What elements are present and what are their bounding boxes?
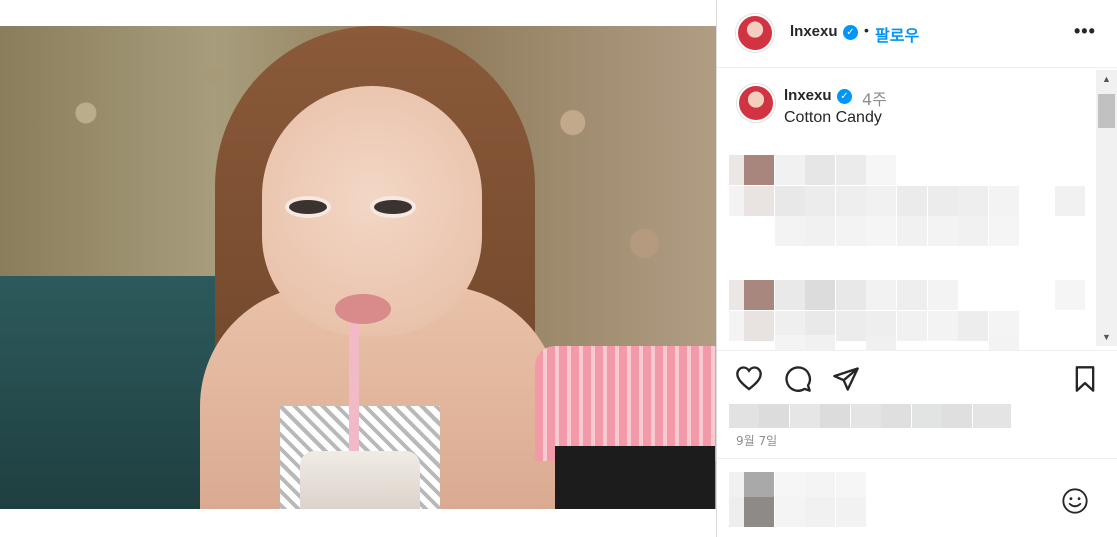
caption-avatar[interactable] (737, 84, 775, 122)
pixel-block (805, 497, 835, 527)
teal-bench (0, 276, 220, 509)
pixel-block (775, 497, 805, 527)
pixel-block (851, 404, 881, 428)
pixel-block (744, 186, 774, 216)
pink-straws (535, 346, 716, 461)
heart-icon[interactable] (735, 365, 763, 396)
pixel-block (1055, 280, 1085, 310)
pixel-block (866, 335, 896, 350)
pixel-block (897, 311, 927, 341)
caption-time[interactable]: 4주 (862, 86, 887, 110)
pixel-block (775, 186, 805, 216)
pixel-block (805, 186, 835, 216)
pixel-block (744, 311, 774, 341)
separator-dot: • (864, 22, 869, 38)
pixel-block (744, 155, 774, 185)
verified-badge-icon: ✓ (837, 89, 852, 104)
pixel-block (805, 335, 835, 350)
post-image[interactable] (0, 26, 716, 509)
pixel-block (866, 216, 896, 246)
pixel-block (790, 404, 820, 428)
right-eye (370, 196, 416, 218)
scroll-down-icon[interactable]: ▼ (1102, 332, 1111, 342)
pixel-block (729, 404, 759, 428)
pixel-block (775, 335, 805, 350)
lips (335, 294, 391, 324)
bookmark-icon[interactable] (1072, 365, 1098, 398)
pixel-block (775, 216, 805, 246)
more-options-icon[interactable]: ••• (1074, 21, 1096, 42)
pixel-block (989, 216, 1019, 246)
pixel-block (805, 155, 835, 185)
post-date[interactable]: 9월 7일 (736, 432, 777, 449)
pixel-block (928, 280, 958, 310)
caption-text: Cotton Candy (784, 109, 882, 126)
pixel-block (775, 155, 805, 185)
instagram-post-view: lnxexu ✓ • 팔로우 ••• lnxexu ✓ 4주 Cotton Ca… (0, 0, 1117, 537)
pixel-block (836, 497, 866, 527)
pixel-block (897, 280, 927, 310)
pixel-block (744, 497, 774, 527)
pixel-block (866, 155, 896, 185)
share-icon[interactable] (832, 365, 860, 398)
pixel-block (881, 404, 911, 428)
pixel-block (836, 311, 866, 341)
straw-holder (555, 446, 715, 509)
straw (349, 306, 359, 466)
pixel-block (928, 311, 958, 341)
header-username[interactable]: lnxexu (790, 23, 838, 40)
pixel-block (836, 186, 866, 216)
pixel-block (989, 335, 1019, 350)
verified-badge-icon: ✓ (843, 25, 858, 40)
pixel-block (958, 216, 988, 246)
emoji-icon[interactable] (1061, 487, 1089, 520)
left-eye (285, 196, 331, 218)
pixel-block (958, 186, 988, 216)
panel-divider (716, 0, 717, 537)
scrollbar-thumb[interactable] (1098, 94, 1115, 128)
pixel-block (928, 216, 958, 246)
pixel-block (928, 186, 958, 216)
post-header: lnxexu ✓ • 팔로우 ••• (717, 0, 1117, 68)
pixel-block (805, 216, 835, 246)
comments-scrollbar[interactable]: ▲ ▼ (1096, 70, 1117, 346)
pixel-block (942, 404, 972, 428)
pixel-block (836, 280, 866, 310)
pixel-block (836, 155, 866, 185)
pixel-block (973, 404, 1011, 428)
pixel-block (1055, 186, 1085, 216)
pixel-block (989, 186, 1019, 216)
caption-username[interactable]: lnxexu (784, 87, 832, 104)
pixel-block (897, 216, 927, 246)
pixel-block (897, 186, 927, 216)
milkshake-cup (300, 451, 420, 509)
pixel-block (744, 280, 774, 310)
pixel-block (958, 311, 988, 341)
action-bar (717, 350, 1117, 410)
scroll-up-icon[interactable]: ▲ (1102, 74, 1111, 84)
comment-divider (717, 458, 1117, 459)
avatar[interactable] (736, 14, 774, 52)
pixel-block (912, 404, 942, 428)
follow-button[interactable]: 팔로우 (875, 22, 919, 46)
pixel-block (836, 216, 866, 246)
pixel-block (759, 404, 789, 428)
pixel-block (775, 280, 805, 310)
pixel-block (820, 404, 850, 428)
pixel-block (866, 280, 896, 310)
comment-icon[interactable] (784, 365, 812, 398)
pixel-block (805, 280, 835, 310)
pixel-block (866, 186, 896, 216)
